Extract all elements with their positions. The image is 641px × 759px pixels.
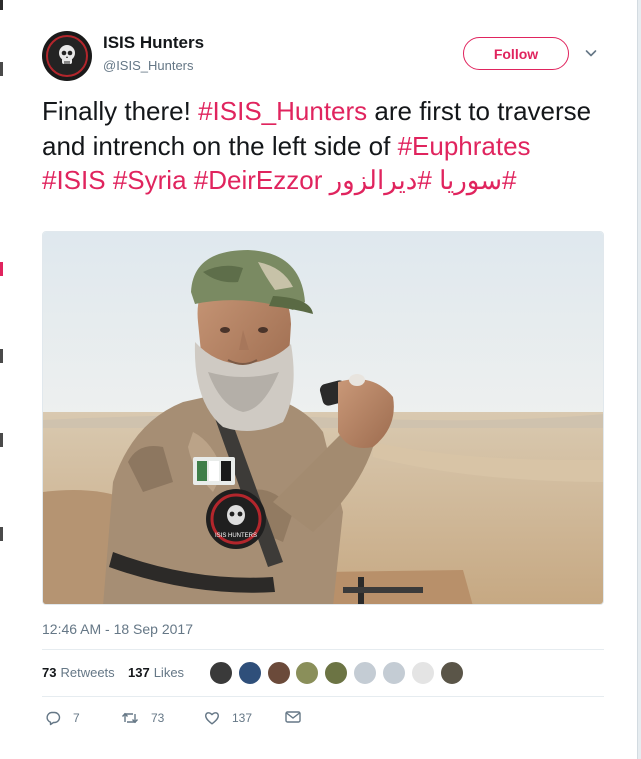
page-edge-marker	[0, 349, 3, 363]
likes-count: 137	[128, 665, 150, 680]
page-edge-marker	[0, 0, 3, 10]
liker-avatar[interactable]	[237, 660, 263, 686]
liker-avatar[interactable]	[266, 660, 292, 686]
liker-avatar[interactable]	[381, 660, 407, 686]
reply-count: 7	[73, 711, 80, 725]
like-action[interactable]: 137	[204, 710, 252, 726]
retweet-action[interactable]: 73	[121, 710, 164, 726]
page-edge-marker	[0, 433, 3, 447]
retweets-label: Retweets	[60, 665, 115, 680]
tweet-card: ISIS Hunters @ISIS_Hunters Follow Finall…	[0, 0, 638, 759]
likes-stat[interactable]: 137 Likes	[128, 665, 184, 680]
hashtag-link[interactable]: #ISIS	[42, 165, 106, 195]
hashtag-link[interactable]: #Syria	[113, 165, 187, 195]
soldier-photo-illustration: ISIS HUNTERS	[43, 232, 603, 604]
avatar-badge	[46, 35, 88, 77]
direct-message-action[interactable]	[285, 710, 313, 724]
like-count: 137	[232, 711, 253, 725]
retweets-stat[interactable]: 73 Retweets	[42, 665, 115, 680]
reply-icon	[46, 711, 61, 726]
patch-label: ISIS HUNTERS	[215, 533, 257, 539]
user-handle[interactable]: @ISIS_Hunters	[103, 58, 194, 73]
user-display-name[interactable]: ISIS Hunters	[103, 33, 204, 53]
liker-avatar[interactable]	[294, 660, 320, 686]
hashtag-link[interactable]: #Euphrates	[398, 131, 531, 161]
page-edge-marker	[0, 262, 3, 276]
page-edge-marker	[0, 62, 3, 76]
reply-action[interactable]: 7	[45, 710, 80, 726]
tweet-text-segment: Finally there!	[42, 96, 199, 126]
liker-avatar[interactable]	[410, 660, 436, 686]
divider-top	[42, 649, 604, 650]
liker-avatar[interactable]	[439, 660, 465, 686]
retweet-icon	[121, 712, 139, 724]
retweet-count: 73	[151, 711, 165, 725]
divider-bottom	[42, 696, 604, 697]
page-edge-marker	[0, 527, 3, 541]
heart-icon	[205, 712, 219, 725]
liker-avatar[interactable]	[208, 660, 234, 686]
liker-avatar[interactable]	[352, 660, 378, 686]
liker-avatar[interactable]	[323, 660, 349, 686]
tweet-photo[interactable]: ISIS HUNTERS	[42, 231, 604, 605]
hashtag-link[interactable]: #سوريا	[439, 165, 516, 195]
likes-label: Likes	[153, 665, 185, 680]
tweet-timestamp[interactable]: 12:46 AM - 18 Sep 2017	[42, 621, 193, 637]
hashtag-link[interactable]: #ISIS_Hunters	[198, 96, 367, 126]
hashtag-link[interactable]: #ديرالزور	[330, 165, 432, 195]
envelope-icon	[285, 711, 301, 723]
tweet-text: Finally there! #ISIS_Hunters are first t…	[42, 94, 598, 198]
hashtag-link[interactable]: #DeirEzzor	[194, 165, 323, 195]
user-avatar[interactable]	[42, 31, 92, 81]
chevron-down-icon[interactable]	[584, 46, 598, 60]
follow-button[interactable]: Follow	[463, 37, 569, 70]
retweets-count: 73	[42, 665, 57, 680]
skull-logo	[59, 45, 75, 64]
